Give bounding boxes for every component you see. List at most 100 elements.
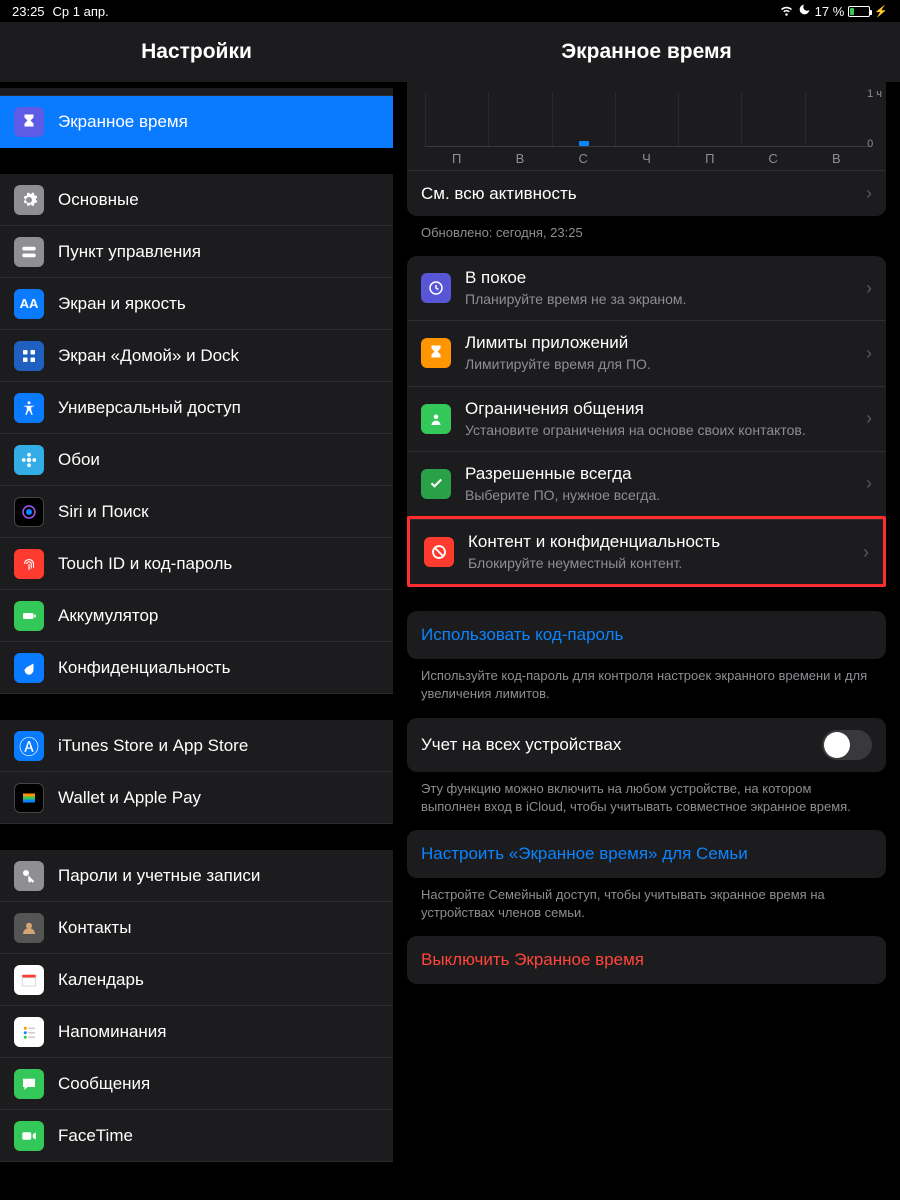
ytick: 0	[867, 138, 882, 150]
status-bar: 23:25 Ср 1 апр. 17 % ⚡	[0, 0, 900, 22]
row-label: Экран и яркость	[58, 294, 379, 314]
row-label: Сообщения	[58, 1074, 379, 1094]
detail-title: Экранное время	[393, 22, 900, 82]
chevron-right-icon: ›	[863, 542, 869, 563]
flower-icon	[14, 445, 44, 475]
row-label: См. всю активность	[421, 184, 577, 204]
row-title: Ограничения общения	[465, 399, 852, 419]
row-label: Конфиденциальность	[58, 658, 379, 678]
row-subtitle: Установите ограничения на основе своих к…	[465, 421, 852, 439]
always-allowed-row[interactable]: Разрешенные всегда Выберите ПО, нужное в…	[407, 451, 886, 516]
sidebar-item-messages[interactable]: Сообщения	[0, 1058, 393, 1110]
gear-icon	[14, 185, 44, 215]
wallet-icon	[14, 783, 44, 813]
content-privacy-row[interactable]: Контент и конфиденциальность Блокируйте …	[410, 519, 883, 584]
charging-icon: ⚡	[874, 5, 888, 18]
sidebar-item-display[interactable]: AA Экран и яркость	[0, 278, 393, 330]
switches-icon	[14, 237, 44, 267]
app-limits-row[interactable]: Лимиты приложений Лимитируйте время для …	[407, 320, 886, 385]
wifi-icon	[779, 2, 794, 20]
messages-icon	[14, 1069, 44, 1099]
row-label: Напоминания	[58, 1022, 379, 1042]
row-label: Аккумулятор	[58, 606, 379, 626]
downtime-row[interactable]: В покое Планируйте время не за экраном. …	[407, 256, 886, 320]
chevron-right-icon: ›	[866, 278, 872, 299]
checkmark-icon	[421, 469, 451, 499]
sidebar-item-control-center[interactable]: Пункт управления	[0, 226, 393, 278]
family-setup-row[interactable]: Настроить «Экранное время» для Семьи	[407, 830, 886, 878]
xlabel: В	[488, 147, 551, 166]
sidebar-item-screen-time[interactable]: Экранное время	[0, 96, 393, 148]
row-subtitle: Планируйте время не за экраном.	[465, 290, 852, 308]
row-title: Учет на всех устройствах	[421, 735, 621, 755]
row-title: В покое	[465, 268, 852, 288]
danger-label: Выключить Экранное время	[407, 936, 886, 984]
sidebar-item-privacy[interactable]: Конфиденциальность	[0, 642, 393, 694]
row-label: Экранное время	[58, 112, 379, 132]
hand-icon	[14, 653, 44, 683]
ytick: 1 ч	[867, 88, 882, 100]
row-label: Универсальный доступ	[58, 398, 379, 418]
sidebar-item-general[interactable]: Основные	[0, 174, 393, 226]
sidebar-item-wallpaper[interactable]: Обои	[0, 434, 393, 486]
chevron-right-icon: ›	[866, 473, 872, 494]
sidebar-item-wallet[interactable]: Wallet и Apple Pay	[0, 772, 393, 824]
row-label: Контакты	[58, 918, 379, 938]
row-label: Touch ID и код-пароль	[58, 554, 379, 574]
row-subtitle: Блокируйте неуместный контент.	[468, 554, 849, 572]
use-passcode-row[interactable]: Использовать код-пароль	[407, 611, 886, 659]
row-label: Wallet и Apple Pay	[58, 788, 379, 808]
sidebar-item-siri[interactable]: Siri и Поиск	[0, 486, 393, 538]
chevron-right-icon: ›	[866, 343, 872, 364]
xlabel: П	[678, 147, 741, 166]
settings-sidebar[interactable]: Настройки Экранное время Основные Пункт …	[0, 22, 393, 1200]
battery-row-icon	[14, 601, 44, 631]
accessibility-icon	[14, 393, 44, 423]
updated-text: Обновлено: сегодня, 23:25	[393, 216, 900, 256]
row-title: Контент и конфиденциальность	[468, 532, 849, 552]
downtime-icon	[421, 273, 451, 303]
row-subtitle: Лимитируйте время для ПО.	[465, 355, 852, 373]
calendar-icon	[14, 965, 44, 995]
highlighted-item: Контент и конфиденциальность Блокируйте …	[407, 516, 886, 587]
share-across-devices-row[interactable]: Учет на всех устройствах	[407, 718, 886, 772]
sidebar-item-accessibility[interactable]: Универсальный доступ	[0, 382, 393, 434]
hourglass-icon	[421, 338, 451, 368]
chevron-right-icon: ›	[866, 183, 872, 204]
row-label: FaceTime	[58, 1126, 379, 1146]
sidebar-item-contacts[interactable]: Контакты	[0, 902, 393, 954]
battery-percent: 17 %	[815, 4, 845, 19]
chevron-right-icon: ›	[866, 408, 872, 429]
see-all-activity-row[interactable]: См. всю активность ›	[407, 170, 886, 216]
row-label: iTunes Store и App Store	[58, 736, 379, 756]
row-label: Пункт управления	[58, 242, 379, 262]
facetime-icon	[14, 1121, 44, 1151]
text-size-icon: AA	[14, 289, 44, 319]
row-label: Пароли и учетные записи	[58, 866, 379, 886]
communication-limits-row[interactable]: Ограничения общения Установите ограничен…	[407, 386, 886, 451]
xlabel: Ч	[615, 147, 678, 166]
sidebar-item-facetime[interactable]: FaceTime	[0, 1110, 393, 1162]
link-label: Настроить «Экранное время» для Семьи	[407, 830, 886, 878]
turn-off-row[interactable]: Выключить Экранное время	[407, 936, 886, 984]
sidebar-item-calendar[interactable]: Календарь	[0, 954, 393, 1006]
hourglass-icon	[14, 107, 44, 137]
row-label: Основные	[58, 190, 379, 210]
link-label: Использовать код-пароль	[407, 611, 886, 659]
sidebar-item-passwords[interactable]: Пароли и учетные записи	[0, 850, 393, 902]
xlabel: П	[425, 147, 488, 166]
fingerprint-icon	[14, 549, 44, 579]
sidebar-item-reminders[interactable]: Напоминания	[0, 1006, 393, 1058]
dnd-moon-icon	[798, 3, 811, 19]
battery-icon	[848, 6, 870, 17]
sidebar-item-appstore[interactable]: Ⓐ iTunes Store и App Store	[0, 720, 393, 772]
row-subtitle: Выберите ПО, нужное всегда.	[465, 486, 852, 504]
no-entry-icon	[424, 537, 454, 567]
family-hint: Настройте Семейный доступ, чтобы учитыва…	[393, 878, 900, 936]
sidebar-item-touchid[interactable]: Touch ID и код-пароль	[0, 538, 393, 590]
detail-pane[interactable]: Экранное время 1 ч0 П В С Ч	[393, 22, 900, 1200]
sidebar-item-battery[interactable]: Аккумулятор	[0, 590, 393, 642]
grid-icon	[14, 341, 44, 371]
toggle-switch[interactable]	[822, 730, 872, 760]
sidebar-item-home-dock[interactable]: Экран «Домой» и Dock	[0, 330, 393, 382]
